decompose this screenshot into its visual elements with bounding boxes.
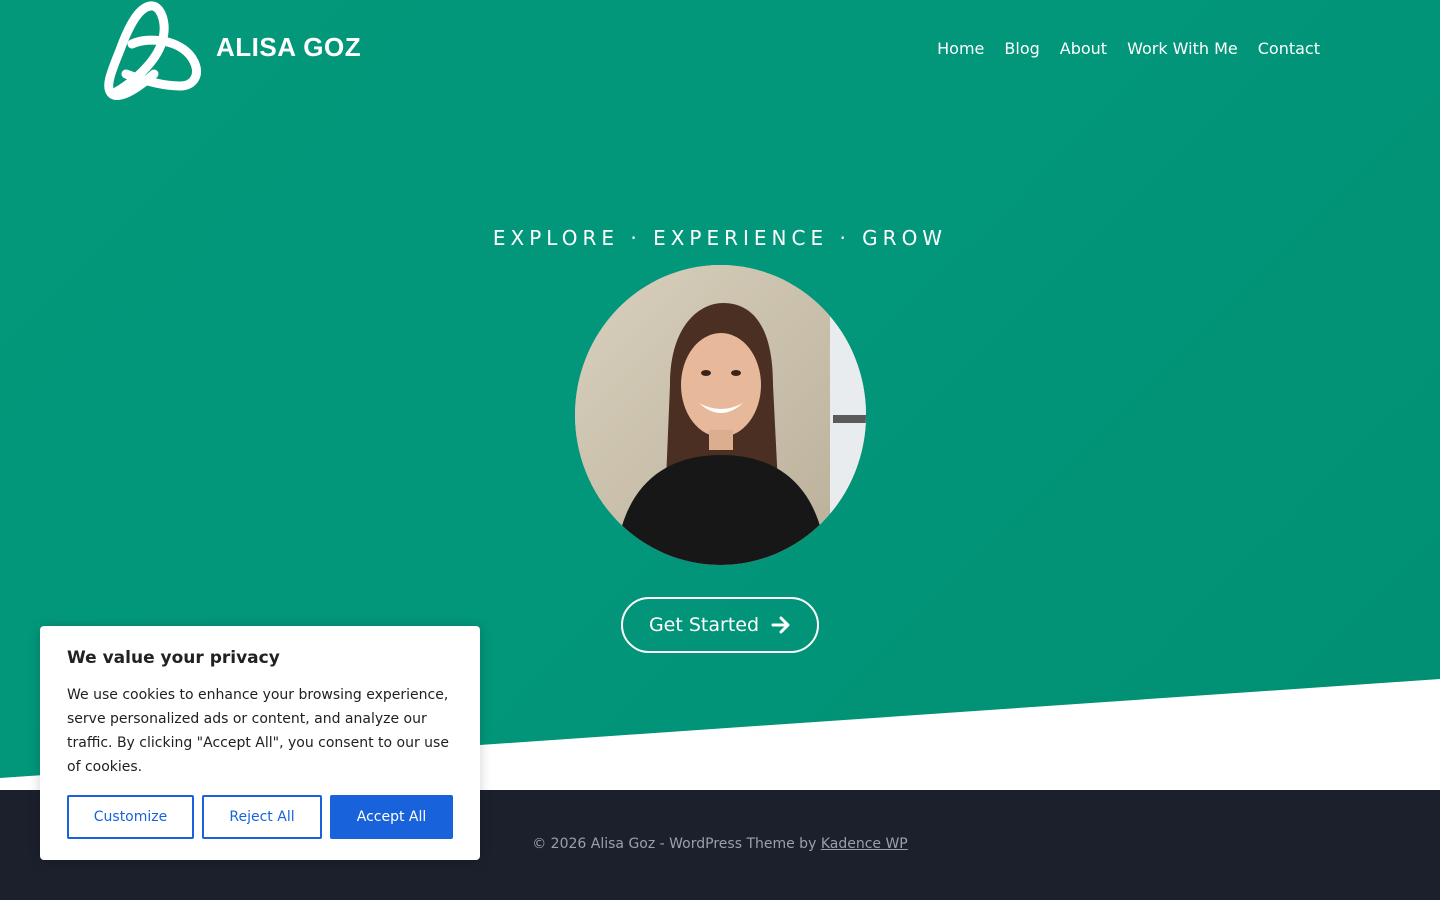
accept-all-button[interactable]: Accept All [330,795,453,839]
nav-contact[interactable]: Contact [1248,36,1330,62]
copyright-text: © 2026 Alisa Goz - WordPress Theme by [532,836,821,852]
reject-all-button[interactable]: Reject All [202,795,322,839]
cookie-banner-description: We use cookies to enhance your browsing … [67,687,449,775]
main-navigation: Home Blog About Work With Me Contact [927,36,1330,62]
site-logo-icon[interactable] [98,0,202,100]
get-started-label: Get Started [648,614,760,636]
nav-home[interactable]: Home [927,36,994,62]
site-title[interactable]: ALISA GOZ [216,32,361,63]
hero-tagline: EXPLORE · EXPERIENCE · GROW [492,226,948,250]
kadence-wp-link[interactable]: Kadence WP [821,836,908,852]
get-started-button[interactable]: Get Started [621,597,819,653]
nav-work-with-me[interactable]: Work With Me [1117,36,1248,62]
profile-photo [575,265,866,565]
site-header: ALISA GOZ Home Blog About Work With Me C… [0,0,1440,100]
customize-button[interactable]: Customize [67,795,194,839]
nav-about[interactable]: About [1050,36,1117,62]
nav-blog[interactable]: Blog [994,36,1049,62]
cookie-banner-title: We value your privacy [67,648,280,668]
cookie-consent-banner: We value your privacy We use cookies to … [40,626,480,860]
arrow-right-icon [771,616,790,634]
